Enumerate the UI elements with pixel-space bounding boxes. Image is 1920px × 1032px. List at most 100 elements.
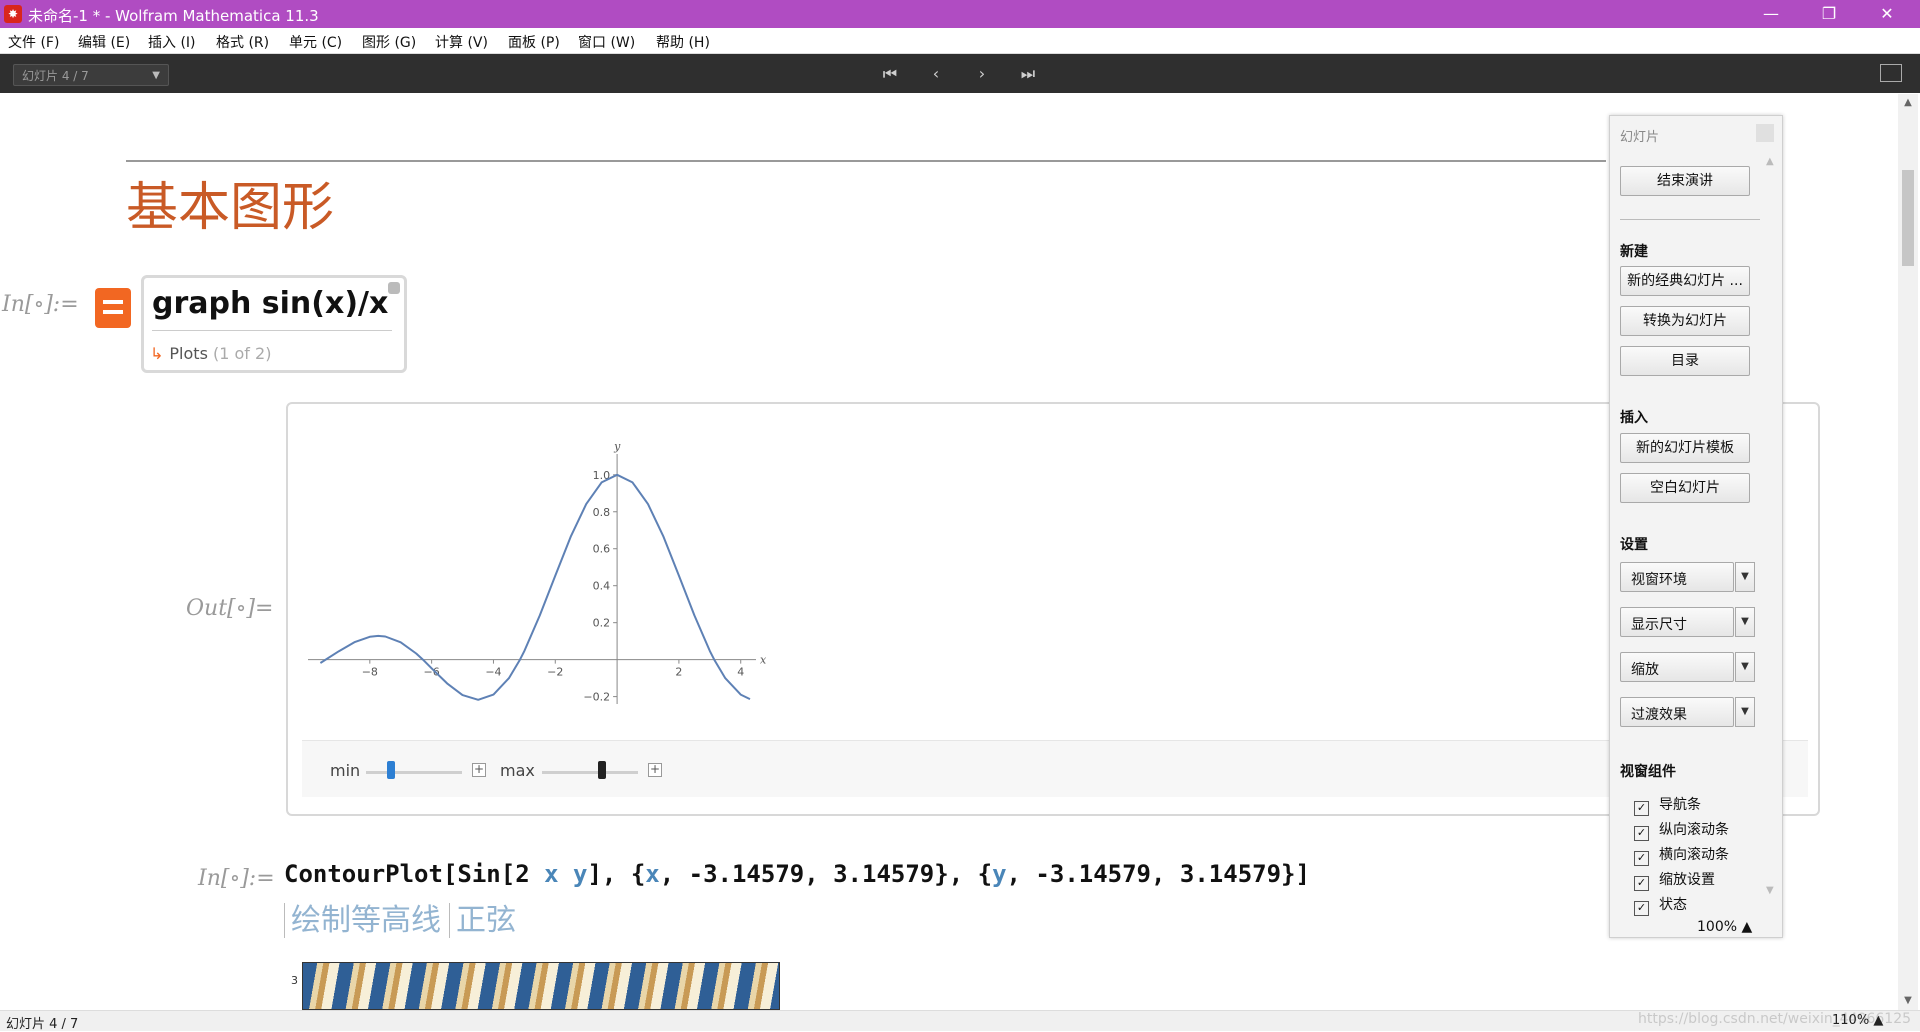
- window-environment-dropdown[interactable]: 视窗环境 ▼: [1620, 562, 1755, 592]
- end-presentation-button[interactable]: 结束演讲: [1620, 166, 1750, 196]
- checkbox-icon[interactable]: ✓: [1634, 826, 1649, 841]
- function-name: ContourPlot: [284, 860, 443, 888]
- last-slide-button[interactable]: ⏭: [1015, 62, 1041, 86]
- checkbox-icon[interactable]: ✓: [1634, 901, 1649, 916]
- suggestion-bar: 绘制等高线 正弦: [284, 895, 524, 939]
- menu-file[interactable]: 文件 (F): [8, 32, 59, 52]
- wolfram-alpha-icon[interactable]: [95, 288, 131, 328]
- palette-zoom-value: 100%: [1697, 919, 1738, 935]
- y-tick-label: 0.8: [593, 506, 611, 519]
- checkbox-icon[interactable]: ✓: [1634, 851, 1649, 866]
- scroll-up-icon[interactable]: ▲: [1766, 156, 1774, 167]
- next-slide-button[interactable]: ›: [969, 62, 995, 86]
- restore-button[interactable]: ❐: [1806, 0, 1852, 28]
- title-bar: ✸ 未命名-1 * - Wolfram Mathematica 11.3 — ❐…: [0, 0, 1920, 28]
- scroll-down-icon[interactable]: ▼: [1898, 992, 1918, 1010]
- scrollbar-thumb[interactable]: [1902, 170, 1914, 266]
- menu-graphics[interactable]: 图形 (G): [362, 32, 416, 52]
- table-of-contents-button[interactable]: 目录: [1620, 346, 1750, 376]
- section-settings: 设置: [1620, 537, 1648, 553]
- scroll-down-icon[interactable]: ▼: [1766, 885, 1774, 896]
- checkbox-status[interactable]: ✓ 状态: [1634, 894, 1687, 916]
- divider: [1620, 219, 1760, 220]
- scroll-up-icon[interactable]: ▲: [1898, 94, 1918, 112]
- menu-edit[interactable]: 编辑 (E): [78, 32, 130, 52]
- chevron-down-icon[interactable]: ▼: [1735, 652, 1755, 682]
- close-icon[interactable]: [388, 282, 400, 294]
- checkbox-vertical-scrollbar[interactable]: ✓ 纵向滚动条: [1634, 819, 1729, 841]
- var-y: y: [573, 860, 588, 888]
- min-expand-button[interactable]: +: [472, 763, 486, 777]
- max-slider[interactable]: [542, 771, 638, 774]
- min-slider-thumb[interactable]: [386, 761, 395, 779]
- menu-insert[interactable]: 插入 (I): [148, 32, 196, 52]
- min-slider[interactable]: [366, 771, 462, 774]
- max-slider-thumb[interactable]: [597, 761, 606, 779]
- expr-part: ], {: [587, 860, 646, 888]
- minimize-button[interactable]: —: [1748, 0, 1794, 28]
- mathematica-logo-icon: ✸: [4, 5, 22, 23]
- checkbox-label: 纵向滚动条: [1659, 822, 1729, 838]
- new-slide-template-button[interactable]: 新的幻灯片模板: [1620, 433, 1750, 463]
- window-title: 未命名-1 * - Wolfram Mathematica 11.3: [28, 7, 319, 25]
- close-icon[interactable]: [1756, 124, 1774, 142]
- chevron-down-icon[interactable]: ▼: [1735, 607, 1755, 637]
- palette-title: 幻灯片: [1620, 130, 1660, 145]
- menu-help[interactable]: 帮助 (H): [656, 32, 710, 52]
- previous-slide-button[interactable]: ‹: [923, 62, 949, 86]
- transition-effect-dropdown[interactable]: 过渡效果 ▼: [1620, 697, 1755, 727]
- manipulate-controls: min + max +: [302, 740, 1808, 797]
- vertical-scrollbar[interactable]: ▲ ▼: [1898, 94, 1918, 1010]
- blank-slide-button[interactable]: 空白幻灯片: [1620, 473, 1750, 503]
- chevron-up-icon: ▲: [1873, 1013, 1884, 1028]
- chevron-down-icon[interactable]: ▼: [1735, 697, 1755, 727]
- slide-divider: [126, 160, 1606, 162]
- menu-format[interactable]: 格式 (R): [216, 32, 269, 52]
- expr-part: , -3.14579, 3.14579}]: [1006, 860, 1310, 888]
- out-label: Out[∘]=: [186, 596, 274, 621]
- slideshow-palette: 幻灯片 结束演讲 新建 新的经典幻灯片 ... 转换为幻灯片 目录 插入 新的幻…: [1609, 115, 1783, 938]
- convert-to-slide-button[interactable]: 转换为幻灯片: [1620, 306, 1750, 336]
- new-classic-slide-button[interactable]: 新的经典幻灯片 ...: [1620, 266, 1750, 296]
- divider: [152, 330, 392, 331]
- wa-plots-link[interactable]: ↳ Plots (1 of 2): [150, 344, 271, 363]
- chevron-down-icon[interactable]: ▼: [1735, 562, 1755, 592]
- menu-palettes[interactable]: 面板 (P): [508, 32, 560, 52]
- palette-scrollbar[interactable]: ▲ ▼: [1766, 156, 1776, 896]
- menu-evaluation[interactable]: 计算 (V): [435, 32, 488, 52]
- checkbox-zoom-settings[interactable]: ✓ 缩放设置: [1634, 869, 1715, 891]
- first-slide-button[interactable]: ⏮: [877, 62, 903, 86]
- zoom-control[interactable]: 110% ▲: [1832, 1013, 1883, 1028]
- contour-tick-label: 3: [291, 974, 298, 987]
- slide-selector[interactable]: 幻灯片 4 / 7 ▼: [13, 64, 169, 86]
- fullscreen-icon[interactable]: [1880, 64, 1902, 82]
- expr-part: , -3.14579, 3.14579}, {: [659, 860, 993, 888]
- menu-window[interactable]: 窗口 (W): [578, 32, 635, 52]
- suggestion-contour[interactable]: 绘制等高线: [284, 903, 441, 938]
- x-tick-label: −2: [547, 666, 563, 679]
- checkbox-navigation-bar[interactable]: ✓ 导航条: [1634, 794, 1701, 816]
- chevron-down-icon: ▼: [152, 70, 160, 81]
- chevron-up-icon: ▲: [1741, 919, 1753, 935]
- max-expand-button[interactable]: +: [648, 763, 662, 777]
- checkbox-label: 横向滚动条: [1659, 847, 1729, 863]
- close-button[interactable]: ✕: [1864, 0, 1910, 28]
- y-tick-label: −0.2: [583, 691, 610, 704]
- suggestion-sine[interactable]: 正弦: [449, 903, 516, 938]
- menu-cell[interactable]: 单元 (C): [289, 32, 342, 52]
- wolfram-alpha-query-box[interactable]: graph sin(x)/x ↳ Plots (1 of 2): [141, 275, 407, 373]
- contourplot-input[interactable]: ContourPlot[Sin[2 x y], {x, -3.14579, 3.…: [284, 860, 1310, 888]
- checkbox-icon[interactable]: ✓: [1634, 876, 1649, 891]
- slide-title[interactable]: 基本图形: [126, 165, 334, 240]
- display-size-dropdown[interactable]: 显示尺寸 ▼: [1620, 607, 1755, 637]
- manipulate-output: −8 −6 −4 −2 2 4 −0.2 0.2 0.4 0.6 0.8 1.0 x y min + ma…: [286, 402, 1820, 816]
- slide-selector-value: 幻灯片 4 / 7: [22, 69, 89, 83]
- zoom-dropdown[interactable]: 缩放 ▼: [1620, 652, 1755, 682]
- palette-zoom[interactable]: 100% ▲: [1697, 919, 1752, 935]
- checkbox-horizontal-scrollbar[interactable]: ✓ 横向滚动条: [1634, 844, 1729, 866]
- checkbox-icon[interactable]: ✓: [1634, 801, 1649, 816]
- dropdown-label: 缩放: [1631, 662, 1659, 678]
- wa-query-text[interactable]: graph sin(x)/x: [152, 286, 388, 321]
- in-label: In[∘]:=: [2, 292, 79, 317]
- sinc-plot: −8 −6 −4 −2 2 4−0.20.20.40.60.81.0xy: [308, 440, 767, 704]
